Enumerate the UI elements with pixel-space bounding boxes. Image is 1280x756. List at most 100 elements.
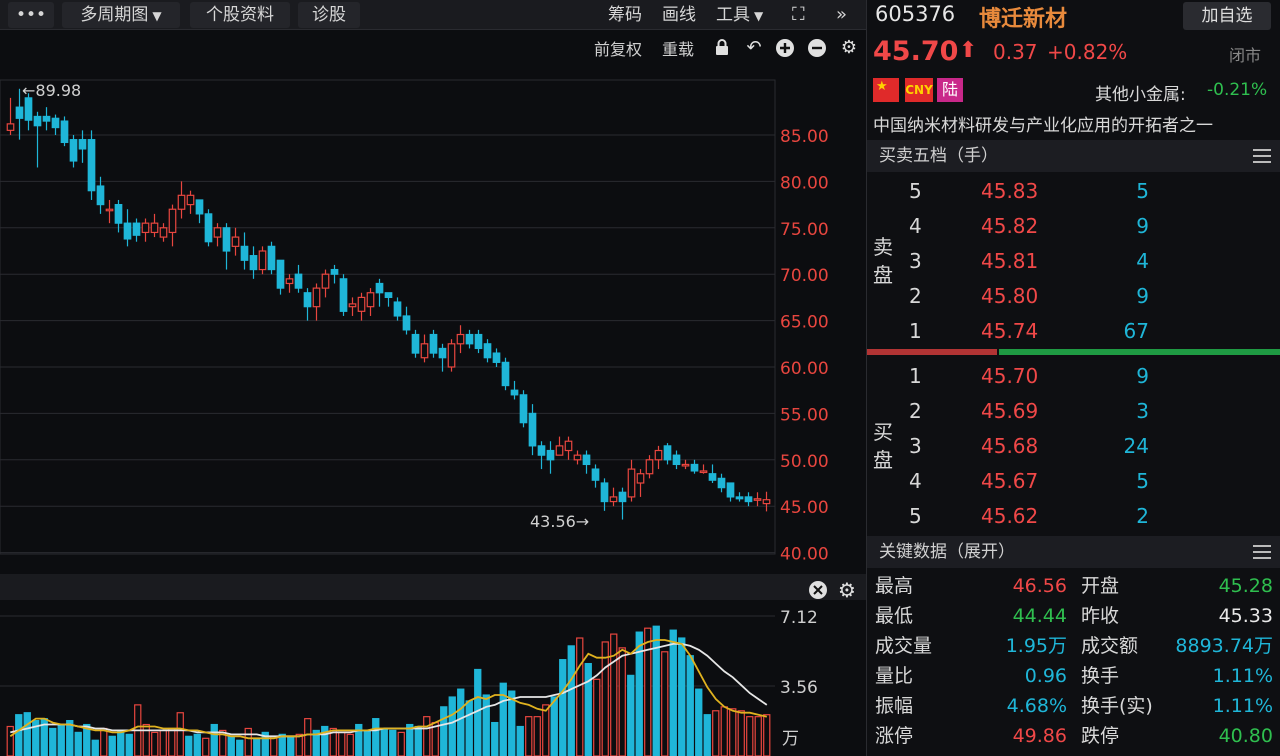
candle <box>393 297 402 321</box>
candle <box>501 357 510 391</box>
volume-bar <box>202 737 210 756</box>
volume-bar <box>525 716 533 756</box>
candle-body <box>474 333 483 350</box>
key-data-title[interactable]: 关键数据（展开） <box>879 542 1015 562</box>
lock-icon[interactable] <box>712 38 732 58</box>
candle-body <box>33 115 42 127</box>
sell-order-row[interactable]: 4 45.82 9 <box>867 209 1280 244</box>
close-volume-icon[interactable] <box>809 581 827 599</box>
candle <box>447 339 456 372</box>
buy-order-row[interactable]: 5 45.62 2 <box>867 499 1280 534</box>
volume-bar <box>669 629 677 756</box>
volume-bar <box>304 718 312 756</box>
candle-body <box>429 333 438 354</box>
volume-bar <box>686 655 694 756</box>
order-level: 5 <box>909 504 922 528</box>
adjust-forward-button[interactable]: 前复权 <box>594 36 642 60</box>
stock-name: 博迁新材 <box>979 7 1068 32</box>
volume-bar <box>15 714 23 756</box>
price-tick-label: 45.00 <box>780 498 829 518</box>
stock-profile-button[interactable]: 个股资料 <box>190 2 290 28</box>
candle-body <box>240 245 249 261</box>
candle-body <box>699 470 708 474</box>
order-volume: 24 <box>1123 434 1149 458</box>
sell-order-row[interactable]: 1 45.74 67 <box>867 314 1280 349</box>
volume-bar <box>627 674 635 756</box>
key-label: 换手(实) <box>1081 695 1153 717</box>
candle-body <box>564 440 573 452</box>
zoom-in-icon[interactable] <box>775 38 795 58</box>
more-button[interactable]: ••• <box>8 2 54 28</box>
candle <box>222 223 231 270</box>
order-volume: 2 <box>1136 504 1149 528</box>
candle-body <box>42 115 51 122</box>
volume-bar <box>74 731 82 756</box>
candle <box>510 380 519 400</box>
candle <box>258 246 267 275</box>
tools-dropdown[interactable]: 工具 ▼ <box>716 2 763 28</box>
sell-order-row[interactable]: 2 45.80 9 <box>867 279 1280 314</box>
candle-body <box>501 361 510 387</box>
volume-bar <box>346 733 354 756</box>
volume-bar <box>533 716 541 756</box>
candle <box>465 329 474 349</box>
buy-order-row[interactable]: 2 45.69 3 <box>867 394 1280 429</box>
buy-order-row[interactable]: 3 45.68 24 <box>867 429 1280 464</box>
candle <box>141 218 150 242</box>
volume-bar <box>355 723 363 756</box>
price-volume-chart[interactable]: 85.00 80.00 75.00 70.00 65.00 60.00 55.00 50.00… <box>0 64 866 756</box>
candlestick-series <box>6 88 771 520</box>
order-volume: 4 <box>1136 249 1149 273</box>
candle-body <box>384 292 393 298</box>
candle-body <box>159 227 168 238</box>
key-data-header: 关键数据（展开） <box>867 536 1280 568</box>
sell-order-row[interactable]: 5 45.83 5 <box>867 174 1280 209</box>
key-value: 45.33 <box>1218 605 1273 627</box>
price-axis: 85.00 80.00 75.00 70.00 65.00 60.00 55.00 50.00… <box>780 127 829 565</box>
gear-icon[interactable]: ⚙ <box>839 38 859 58</box>
undo-icon[interactable]: ↶ <box>744 38 764 58</box>
candle-body <box>519 394 528 424</box>
candle <box>339 274 348 316</box>
candle <box>645 455 654 479</box>
order-volume: 3 <box>1136 399 1149 423</box>
fullscreen-icon[interactable]: ⛶ <box>792 2 805 28</box>
diagnose-button[interactable]: 诊股 <box>298 2 360 28</box>
candle <box>537 441 546 470</box>
chips-button[interactable]: 筹码 <box>608 2 642 28</box>
key-value: 45.28 <box>1218 575 1273 597</box>
add-watchlist-button[interactable]: 加自选 <box>1183 2 1271 30</box>
candle <box>132 218 141 242</box>
candle-body <box>195 199 204 215</box>
chart-grid <box>0 79 776 555</box>
sell-order-row[interactable]: 3 45.81 4 <box>867 244 1280 279</box>
draw-line-button[interactable]: 画线 <box>662 2 696 28</box>
zoom-out-icon[interactable] <box>807 38 827 58</box>
buy-order-row[interactable]: 4 45.67 5 <box>867 464 1280 499</box>
sector-label[interactable]: 其他小金属: <box>1095 80 1186 105</box>
candle <box>744 492 753 507</box>
buy-order-row[interactable]: 1 45.70 9 <box>867 359 1280 394</box>
order-level: 3 <box>909 249 922 273</box>
volume-bar <box>695 688 703 756</box>
candle <box>492 348 501 367</box>
candle-body <box>447 343 456 368</box>
key-data-row: 量比 0.96 换手 1.11% <box>867 661 1280 691</box>
order-price: 45.62 <box>981 504 1039 528</box>
order-level: 1 <box>909 319 922 343</box>
candle-body <box>132 222 141 236</box>
menu-icon[interactable] <box>1253 149 1271 163</box>
period-dropdown[interactable]: 多周期图 ▼ <box>62 2 180 28</box>
volume-bar <box>593 678 601 756</box>
candle <box>573 450 582 465</box>
menu-icon[interactable] <box>1253 545 1271 559</box>
candle <box>33 111 42 168</box>
candle <box>105 199 114 224</box>
volume-bar <box>516 725 524 756</box>
key-value: 1.95万 <box>1005 635 1067 657</box>
collapse-right-icon[interactable]: » <box>836 2 847 28</box>
candle-body <box>78 139 87 150</box>
overlay-button[interactable]: 重载 <box>662 36 694 60</box>
candle <box>636 469 645 497</box>
volume-gear-icon[interactable]: ⚙ <box>838 578 856 602</box>
